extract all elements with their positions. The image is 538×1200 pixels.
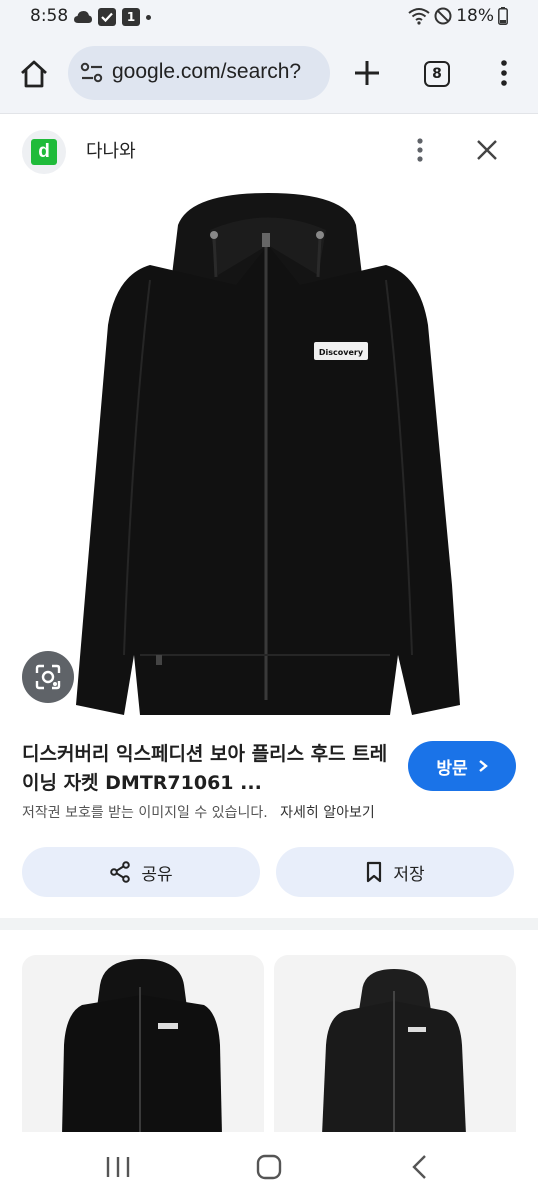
checkbox-icon bbox=[98, 8, 116, 26]
logo-patch-text: Discovery bbox=[319, 348, 364, 357]
back-icon[interactable] bbox=[410, 1154, 430, 1180]
tune-icon[interactable] bbox=[80, 62, 104, 84]
related-image-card[interactable] bbox=[274, 955, 516, 1135]
copyright-row: 저작권 보호를 받는 이미지일 수 있습니다. 자세히 알아보기 bbox=[22, 802, 375, 822]
tabs-icon[interactable]: 8 bbox=[424, 61, 450, 87]
browser-toolbar: google.com/search? 8 bbox=[0, 34, 538, 114]
favicon-letter: d bbox=[31, 139, 57, 165]
status-time: 8:58 bbox=[30, 6, 69, 26]
visit-button[interactable]: 방문 bbox=[408, 741, 516, 791]
do-not-disturb-icon bbox=[434, 7, 452, 25]
related-jacket-image bbox=[62, 959, 222, 1135]
source-favicon[interactable]: d bbox=[22, 130, 66, 174]
home-icon[interactable] bbox=[18, 58, 50, 90]
notification-badge: 1 bbox=[122, 8, 140, 26]
cloud-icon bbox=[74, 11, 92, 23]
section-divider bbox=[0, 918, 538, 930]
url-text: google.com/search? bbox=[112, 60, 302, 83]
status-notification-icons: 1 bbox=[74, 8, 151, 26]
jacket-illustration: Discovery bbox=[76, 193, 460, 715]
image-source-header: d 다나와 bbox=[0, 115, 538, 185]
share-button[interactable]: 공유 bbox=[22, 847, 260, 897]
related-jacket-image bbox=[322, 969, 466, 1135]
source-name[interactable]: 다나와 bbox=[86, 137, 136, 163]
close-icon[interactable] bbox=[474, 137, 500, 163]
address-bar[interactable]: google.com/search? bbox=[68, 46, 330, 100]
product-image[interactable]: Discovery bbox=[0, 185, 538, 725]
save-button[interactable]: 저장 bbox=[276, 847, 514, 897]
status-right: 18% bbox=[408, 6, 508, 26]
more-vert-icon[interactable] bbox=[492, 58, 516, 88]
lens-icon bbox=[35, 664, 61, 690]
share-label: 공유 bbox=[141, 864, 173, 885]
status-bar: 8:58 1 18% bbox=[0, 0, 538, 34]
more-vert-icon[interactable] bbox=[408, 135, 432, 165]
nav-home-icon[interactable] bbox=[256, 1154, 282, 1180]
copyright-notice: 저작권 보호를 받는 이미지일 수 있습니다. bbox=[22, 805, 268, 821]
wifi-icon bbox=[408, 8, 430, 25]
bookmark-icon bbox=[367, 861, 382, 883]
plus-icon[interactable] bbox=[352, 58, 382, 88]
chevron-right-icon bbox=[478, 760, 488, 772]
recents-icon[interactable] bbox=[104, 1156, 132, 1178]
tab-count: 8 bbox=[432, 66, 442, 82]
battery-percent: 18% bbox=[456, 6, 494, 26]
battery-icon bbox=[498, 7, 508, 25]
learn-more-link[interactable]: 자세히 알아보기 bbox=[280, 805, 375, 821]
system-nav-bar bbox=[0, 1132, 538, 1200]
product-title[interactable]: 디스커버리 익스페디션 보아 플리스 후드 트레이닝 자켓 DMTR71061 … bbox=[22, 740, 397, 798]
more-notifications-dot bbox=[146, 14, 151, 20]
save-label: 저장 bbox=[393, 864, 425, 885]
lens-button[interactable] bbox=[22, 651, 74, 703]
share-icon bbox=[110, 861, 131, 883]
related-image-card[interactable] bbox=[22, 955, 264, 1135]
visit-button-label: 방문 bbox=[436, 758, 468, 779]
